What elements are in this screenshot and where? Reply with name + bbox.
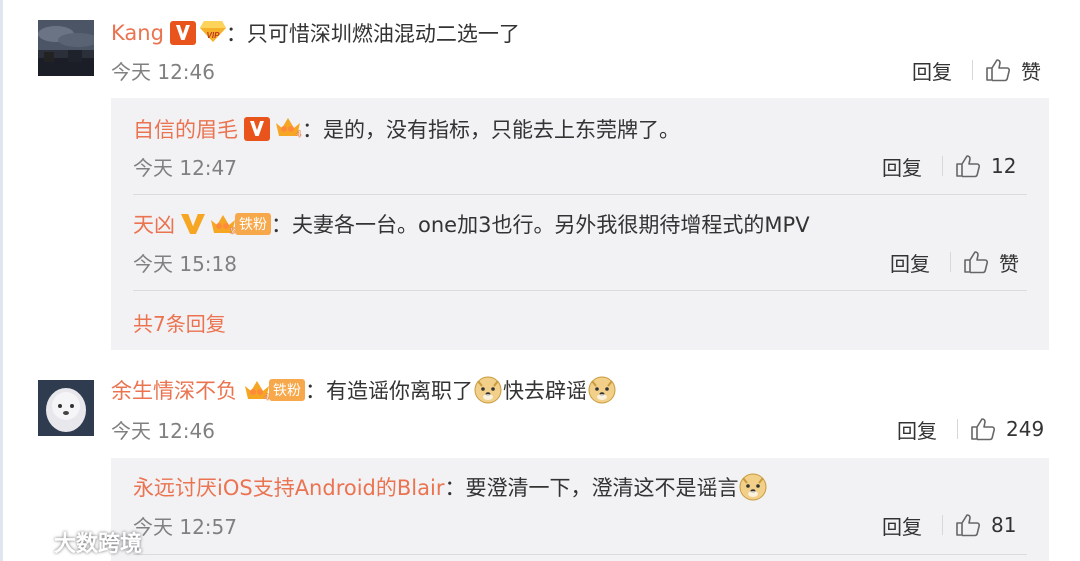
comment-text: ：有造谣你离职了 (305, 379, 473, 403)
fan-level-4-icon: 4 (274, 115, 302, 143)
doge-emoji-icon (588, 376, 616, 404)
left-border (0, 0, 3, 561)
comment-actions: 回复 249 (897, 415, 1044, 443)
thumbs-up-icon[interactable] (970, 417, 996, 441)
reply-divider (133, 290, 1027, 291)
comment-text: 快去辟谣 (503, 379, 587, 403)
like-count[interactable]: 12 (991, 154, 1016, 178)
like-button[interactable]: 赞 (999, 248, 1019, 277)
verified-v-yellow-icon (181, 212, 205, 236)
comment-actions: 回复 赞 (912, 56, 1041, 84)
verified-v-icon (244, 117, 270, 141)
verified-v-icon (169, 21, 196, 45)
comment-header: Kang VIP ：只可惜深圳燃油混动二选一了 (111, 18, 520, 48)
username[interactable]: 余生情深不负 (111, 375, 237, 405)
reply-meta: 今天 15:18 (133, 248, 237, 276)
reply-meta: 今天 12:57 (133, 511, 237, 539)
more-replies-link[interactable]: 共7条回复 (133, 308, 226, 337)
reply-header: 永远讨厌iOS支持Android的Blair ：要澄清一下，澄清这不是谣言 (133, 471, 768, 503)
fan-level-4-icon: 4 铁粉 (243, 378, 305, 402)
reply-button[interactable]: 回复 (912, 56, 952, 85)
timestamp: 今天 15:18 (133, 251, 237, 276)
watermark-logo-icon (8, 534, 50, 550)
divider (957, 419, 958, 439)
comment-text: ：只可惜深圳燃油混动二选一了 (225, 22, 520, 46)
thumbs-up-icon[interactable] (963, 250, 989, 274)
like-count[interactable]: 249 (1006, 417, 1044, 441)
reply-actions: 回复 赞 (890, 248, 1019, 276)
reply-text: ：是的，没有指标，只能去上东莞牌了。 (302, 118, 680, 142)
username[interactable]: Kang (111, 21, 164, 45)
reply-button[interactable]: 回复 (897, 415, 937, 444)
avatar[interactable] (38, 20, 94, 76)
watermark-text: 大数跨境 (54, 532, 143, 557)
reply-actions: 回复 81 (882, 511, 1016, 539)
reply-divider (133, 554, 1027, 555)
reply-button[interactable]: 回复 (890, 248, 930, 277)
reply-actions: 回复 12 (882, 152, 1016, 180)
thumbs-up-icon[interactable] (955, 513, 981, 537)
username[interactable]: 天凶 (133, 209, 175, 239)
svg-text:VIP: VIP (206, 31, 220, 40)
timestamp: 今天 12:46 (111, 418, 215, 443)
divider (942, 156, 943, 176)
more-replies[interactable]: 共7条回复 (133, 308, 226, 336)
divider (942, 515, 943, 535)
reply-button[interactable]: 回复 (882, 511, 922, 540)
watermark: 大数跨境 (8, 526, 142, 558)
divider (950, 252, 951, 272)
iron-fan-tag: 铁粉 (235, 213, 271, 235)
reply-text: ：夫妻各一台。one加3也行。另外我很期待增程式的MPV (271, 213, 810, 237)
avatar[interactable] (38, 380, 94, 436)
vip-diamond-icon: VIP (199, 19, 226, 47)
svg-text:4: 4 (296, 129, 301, 139)
reply-text: ：要澄清一下，澄清这不是谣言 (444, 476, 739, 500)
divider (972, 60, 973, 80)
thumbs-up-icon[interactable] (985, 58, 1011, 82)
username[interactable]: 永远讨厌iOS支持Android的Blair (133, 472, 444, 502)
timestamp: 今天 12:57 (133, 514, 237, 539)
reply-header: 天凶 5 铁粉 ：夫妻各一台。one加3也行。另外我很期待增程式的MPV (133, 209, 810, 239)
doge-emoji-icon (474, 376, 502, 404)
comment-meta: 今天 12:46 (111, 415, 215, 443)
username[interactable]: 自信的眉毛 (133, 114, 238, 144)
reply-meta: 今天 12:47 (133, 152, 237, 180)
reply-button[interactable]: 回复 (882, 152, 922, 181)
like-count[interactable]: 81 (991, 513, 1016, 537)
iron-fan-tag: 铁粉 (269, 379, 305, 401)
comment-meta: 今天 12:46 (111, 56, 215, 84)
timestamp: 今天 12:46 (111, 59, 215, 84)
timestamp: 今天 12:47 (133, 155, 237, 180)
comment-header: 余生情深不负 4 铁粉 ：有造谣你离职了 快去辟谣 (111, 374, 617, 406)
thumbs-up-icon[interactable] (955, 154, 981, 178)
doge-emoji-icon (739, 473, 767, 501)
reply-divider (133, 194, 1027, 195)
fan-level-5-icon: 5 铁粉 (209, 212, 271, 236)
like-button[interactable]: 赞 (1021, 56, 1041, 85)
reply-header: 自信的眉毛 4 ：是的，没有指标，只能去上东莞牌了。 (133, 114, 680, 144)
